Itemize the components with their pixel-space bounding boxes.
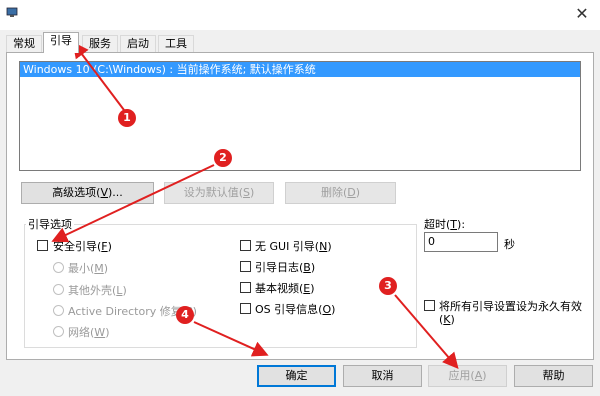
arrow-4 [193, 321, 269, 357]
arrow-2 [51, 164, 215, 243]
callout-3: 3 [379, 277, 397, 295]
callout-1: 1 [118, 109, 136, 127]
arrow-3 [394, 294, 459, 370]
arrow-1 [72, 41, 125, 111]
callout-4: 4 [176, 306, 194, 324]
tab-boot[interactable]: 引导 [43, 32, 79, 53]
callout-2: 2 [214, 149, 232, 167]
annotation-arrows [51, 41, 459, 370]
